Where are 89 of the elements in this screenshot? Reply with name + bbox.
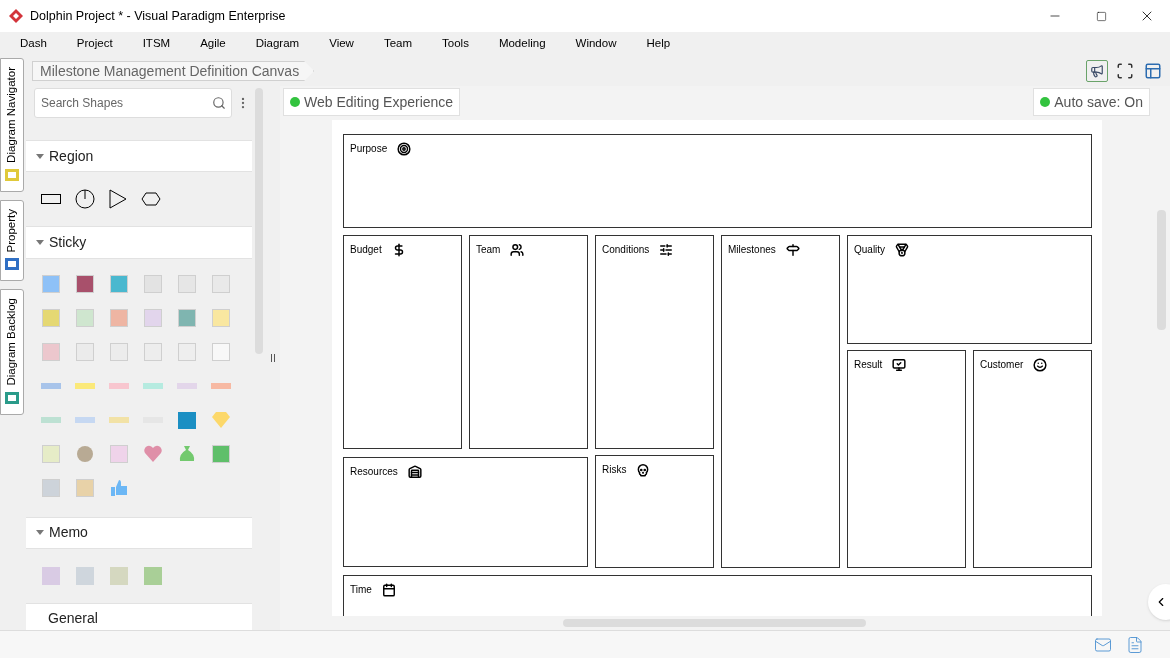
- window-title: Dolphin Project * - Visual Paradigm Enterprise: [30, 7, 286, 25]
- warehouse-icon: [407, 464, 422, 479]
- collapse-caret-icon[interactable]: [36, 240, 44, 245]
- canvas-block[interactable]: Time: [343, 575, 1092, 616]
- clock-shape-icon[interactable]: [75, 189, 95, 210]
- collapse-caret-icon[interactable]: [36, 530, 44, 536]
- triangle-shape-icon[interactable]: [109, 189, 127, 210]
- panel-layout-icon: [1144, 62, 1162, 80]
- medal-icon: [895, 242, 910, 257]
- collapse-caret-icon[interactable]: [36, 153, 44, 159]
- canvas-block[interactable]: Purpose: [343, 134, 1092, 228]
- mail-icon[interactable]: [1094, 635, 1112, 654]
- thumbs-up-icon[interactable]: [109, 477, 129, 498]
- canvas-block[interactable]: Budget: [343, 235, 462, 449]
- notes-icon[interactable]: [1126, 635, 1144, 654]
- block-label: Purpose: [350, 142, 388, 156]
- section-title[interactable]: General: [48, 610, 98, 626]
- search-icon[interactable]: [212, 96, 226, 110]
- side-tab[interactable]: Diagram Navigator: [0, 58, 24, 192]
- menu-item[interactable]: Diagram: [255, 35, 300, 53]
- sticky-note-icon[interactable]: [75, 273, 95, 294]
- menu-item[interactable]: Window: [575, 35, 617, 53]
- canvas-block[interactable]: Team: [469, 235, 588, 449]
- memo-note-icon[interactable]: [143, 566, 163, 586]
- menu-item[interactable]: Project: [76, 35, 113, 53]
- block-label: Resources: [350, 465, 398, 479]
- canvas-block[interactable]: Risks: [595, 455, 714, 568]
- sliders-icon: [659, 242, 674, 257]
- block-label: Conditions: [602, 243, 650, 257]
- rectangle-shape-icon[interactable]: [41, 193, 61, 206]
- canvas-block[interactable]: Customer: [973, 350, 1092, 568]
- megaphone-button[interactable]: [1086, 60, 1108, 82]
- fit-view-icon: [1116, 62, 1134, 80]
- sticky-note-icon[interactable]: [177, 307, 197, 328]
- canvas-block[interactable]: Milestones: [721, 235, 840, 568]
- block-label: Customer: [980, 358, 1024, 372]
- diamond-note-icon[interactable]: [211, 409, 231, 430]
- section-title[interactable]: Sticky: [49, 232, 87, 253]
- smiley-icon: [1033, 357, 1048, 372]
- canvas-block[interactable]: Quality: [847, 235, 1092, 344]
- block-label: Milestones: [728, 243, 776, 257]
- sticky-note-icon[interactable]: [211, 443, 231, 464]
- memo-note-icon[interactable]: [75, 566, 95, 586]
- section-title[interactable]: Memo: [49, 522, 88, 544]
- menu-item[interactable]: Tools: [442, 35, 469, 53]
- heart-note-icon[interactable]: [143, 443, 163, 464]
- menu-item[interactable]: Team: [383, 35, 413, 53]
- money-bag-icon[interactable]: [177, 443, 197, 464]
- menu-item[interactable]: Help: [646, 35, 671, 53]
- calendar-icon: [381, 582, 396, 597]
- menu-item[interactable]: Dash: [20, 35, 47, 53]
- search-field[interactable]: Search Shapes: [34, 88, 232, 118]
- canvas-block[interactable]: Result: [847, 350, 966, 568]
- block-label: Time: [350, 583, 372, 597]
- block-label: Budget: [350, 243, 382, 257]
- memo-note-icon[interactable]: [41, 566, 61, 586]
- app-logo-icon: [9, 9, 23, 23]
- skull-icon: [636, 462, 651, 477]
- section-title[interactable]: Region: [49, 145, 94, 167]
- people-icon: [510, 242, 525, 257]
- menu-item[interactable]: Modeling: [498, 35, 546, 53]
- side-tab[interactable]: Diagram Backlog: [0, 289, 24, 415]
- badge-label: Web Editing Experience: [304, 92, 454, 112]
- canvas-block[interactable]: Resources: [343, 457, 588, 567]
- maximize-icon: [1095, 10, 1107, 22]
- megaphone-icon: [1090, 64, 1104, 78]
- tab-icon: [4, 256, 20, 273]
- block-label: Team: [476, 243, 501, 257]
- memo-note-icon[interactable]: [109, 566, 129, 586]
- tab-icon: [4, 389, 20, 406]
- tab-icon: [4, 166, 20, 183]
- hexagon-shape-icon[interactable]: [141, 192, 161, 207]
- target-icon: [397, 141, 412, 156]
- menu-item[interactable]: View: [329, 35, 354, 53]
- block-label: Quality: [854, 243, 886, 257]
- signpost-icon: [785, 242, 800, 257]
- badge-label: Auto save: On: [1054, 92, 1143, 112]
- block-label: Risks: [602, 463, 627, 477]
- sticky-note-icon[interactable]: [109, 273, 129, 294]
- side-tab[interactable]: Property: [0, 199, 24, 282]
- laptop-check-icon: [892, 357, 907, 372]
- breadcrumb[interactable]: Milestone Management Definition Canvas: [32, 61, 315, 81]
- canvas-block[interactable]: Conditions: [595, 235, 714, 449]
- menu-item[interactable]: Agile: [200, 35, 226, 53]
- splitter-handle-icon[interactable]: [271, 354, 275, 362]
- auto-save-badge[interactable]: Auto save: On: [1033, 88, 1150, 116]
- block-label: Result: [854, 358, 883, 372]
- web-editing-badge[interactable]: Web Editing Experience: [283, 88, 461, 116]
- menu-item[interactable]: ITSM: [142, 35, 171, 53]
